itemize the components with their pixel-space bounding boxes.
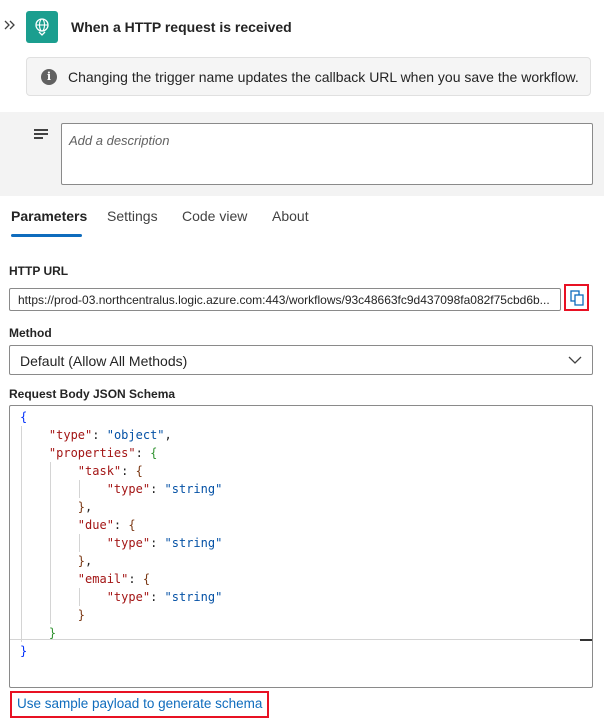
code-line: "email": { [77, 572, 151, 586]
code-line: } [20, 644, 28, 658]
text-lines-icon [34, 129, 48, 141]
schema-label: Request Body JSON Schema [9, 387, 176, 401]
code-line: "task": { [77, 464, 143, 478]
http-globe-icon [26, 11, 58, 43]
scrollbar[interactable] [580, 639, 592, 641]
code-line: } [77, 608, 86, 622]
copy-url-button[interactable] [564, 284, 589, 311]
method-dropdown[interactable]: Default (Allow All Methods) [9, 345, 593, 375]
http-url-field[interactable]: https://prod-03.northcentralus.logic.azu… [9, 288, 561, 311]
http-url-label: HTTP URL [9, 264, 69, 278]
code-line: "type": "string" [106, 590, 223, 604]
code-line: "due": { [77, 518, 136, 532]
info-message-bar: i Changing the trigger name updates the … [26, 57, 591, 96]
description-section: Add a description [0, 112, 604, 196]
tab-code-view[interactable]: Code view [182, 208, 247, 224]
tab-about[interactable]: About [272, 208, 309, 224]
info-message-text: Changing the trigger name updates the ca… [68, 69, 579, 85]
code-line: { [20, 410, 28, 424]
method-label: Method [9, 326, 52, 340]
tab-parameters[interactable]: Parameters [11, 208, 87, 224]
schema-editor[interactable]: { "type": "object", "properties": { "tas… [9, 405, 593, 688]
page-title[interactable]: When a HTTP request is received [71, 19, 292, 35]
copy-icon [569, 289, 584, 306]
code-line: "properties": { [48, 446, 158, 460]
tab-settings[interactable]: Settings [107, 208, 158, 224]
schema-code: { "type": "object", "properties": { "tas… [20, 408, 222, 660]
header: When a HTTP request is received [0, 0, 604, 56]
info-icon: i [41, 69, 57, 85]
double-chevron-icon[interactable] [2, 18, 18, 36]
active-tab-indicator [11, 234, 82, 237]
generate-schema-link[interactable]: Use sample payload to generate schema [10, 691, 270, 718]
code-line: }, [77, 554, 93, 568]
editor-divider [10, 639, 592, 640]
tab-bar: Parameters Settings Code view About [0, 200, 604, 240]
method-selected-value: Default (Allow All Methods) [20, 353, 188, 369]
description-input[interactable]: Add a description [61, 123, 593, 185]
code-line: "type": "string" [106, 482, 223, 496]
code-line: "type": "string" [106, 536, 223, 550]
code-line: "type": "object", [48, 428, 172, 442]
code-line: }, [77, 500, 93, 514]
chevron-down-icon [568, 356, 582, 364]
